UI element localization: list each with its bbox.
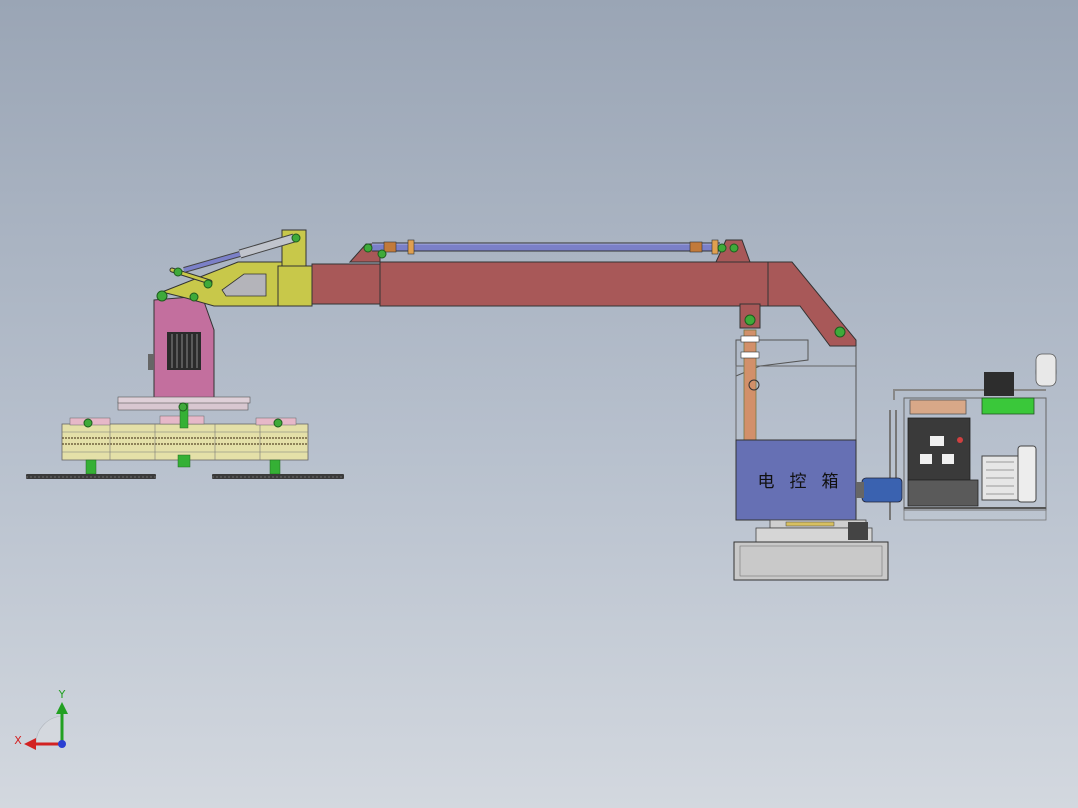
control-box-label-char-1: 电 [758, 472, 775, 492]
pin-joint [363, 243, 373, 253]
cad-viewport[interactable]: 电 控 箱 Y X [0, 0, 1078, 808]
pin-joint [273, 418, 283, 428]
pin-joint [203, 279, 213, 289]
control-box-label-char-3: 箱 [822, 472, 839, 492]
z-axis-dot-icon [58, 740, 66, 748]
coordinate-triad[interactable]: Y X [14, 688, 68, 750]
pin-joint [834, 326, 846, 338]
pin-joint [189, 292, 199, 302]
pin-joint [83, 418, 93, 428]
pin-joint [156, 290, 168, 302]
suction-gripper-assembly [26, 399, 344, 479]
triad-plane-icon [35, 715, 63, 745]
control-box-label-char-2: 控 [790, 472, 807, 492]
pin-joint [173, 267, 183, 277]
pin-joint [729, 243, 739, 253]
pin-joint [377, 249, 387, 259]
main-boom [311, 239, 857, 347]
support-column [735, 329, 857, 443]
pin-joint [717, 243, 727, 253]
machine-drawing: 电 控 箱 Y X [14, 229, 1057, 750]
pin-joint [178, 402, 188, 412]
telescopic-cylinder [372, 239, 720, 255]
y-axis-label: Y [58, 688, 66, 701]
hydraulic-power-unit [856, 353, 1057, 521]
x-axis-label: X [14, 734, 22, 747]
rotator-motor-housing [117, 295, 251, 404]
slewing-base [733, 519, 889, 581]
pin-joint [744, 314, 756, 326]
pin-joint [291, 233, 301, 243]
electric-control-box: 电 控 箱 [735, 439, 857, 521]
